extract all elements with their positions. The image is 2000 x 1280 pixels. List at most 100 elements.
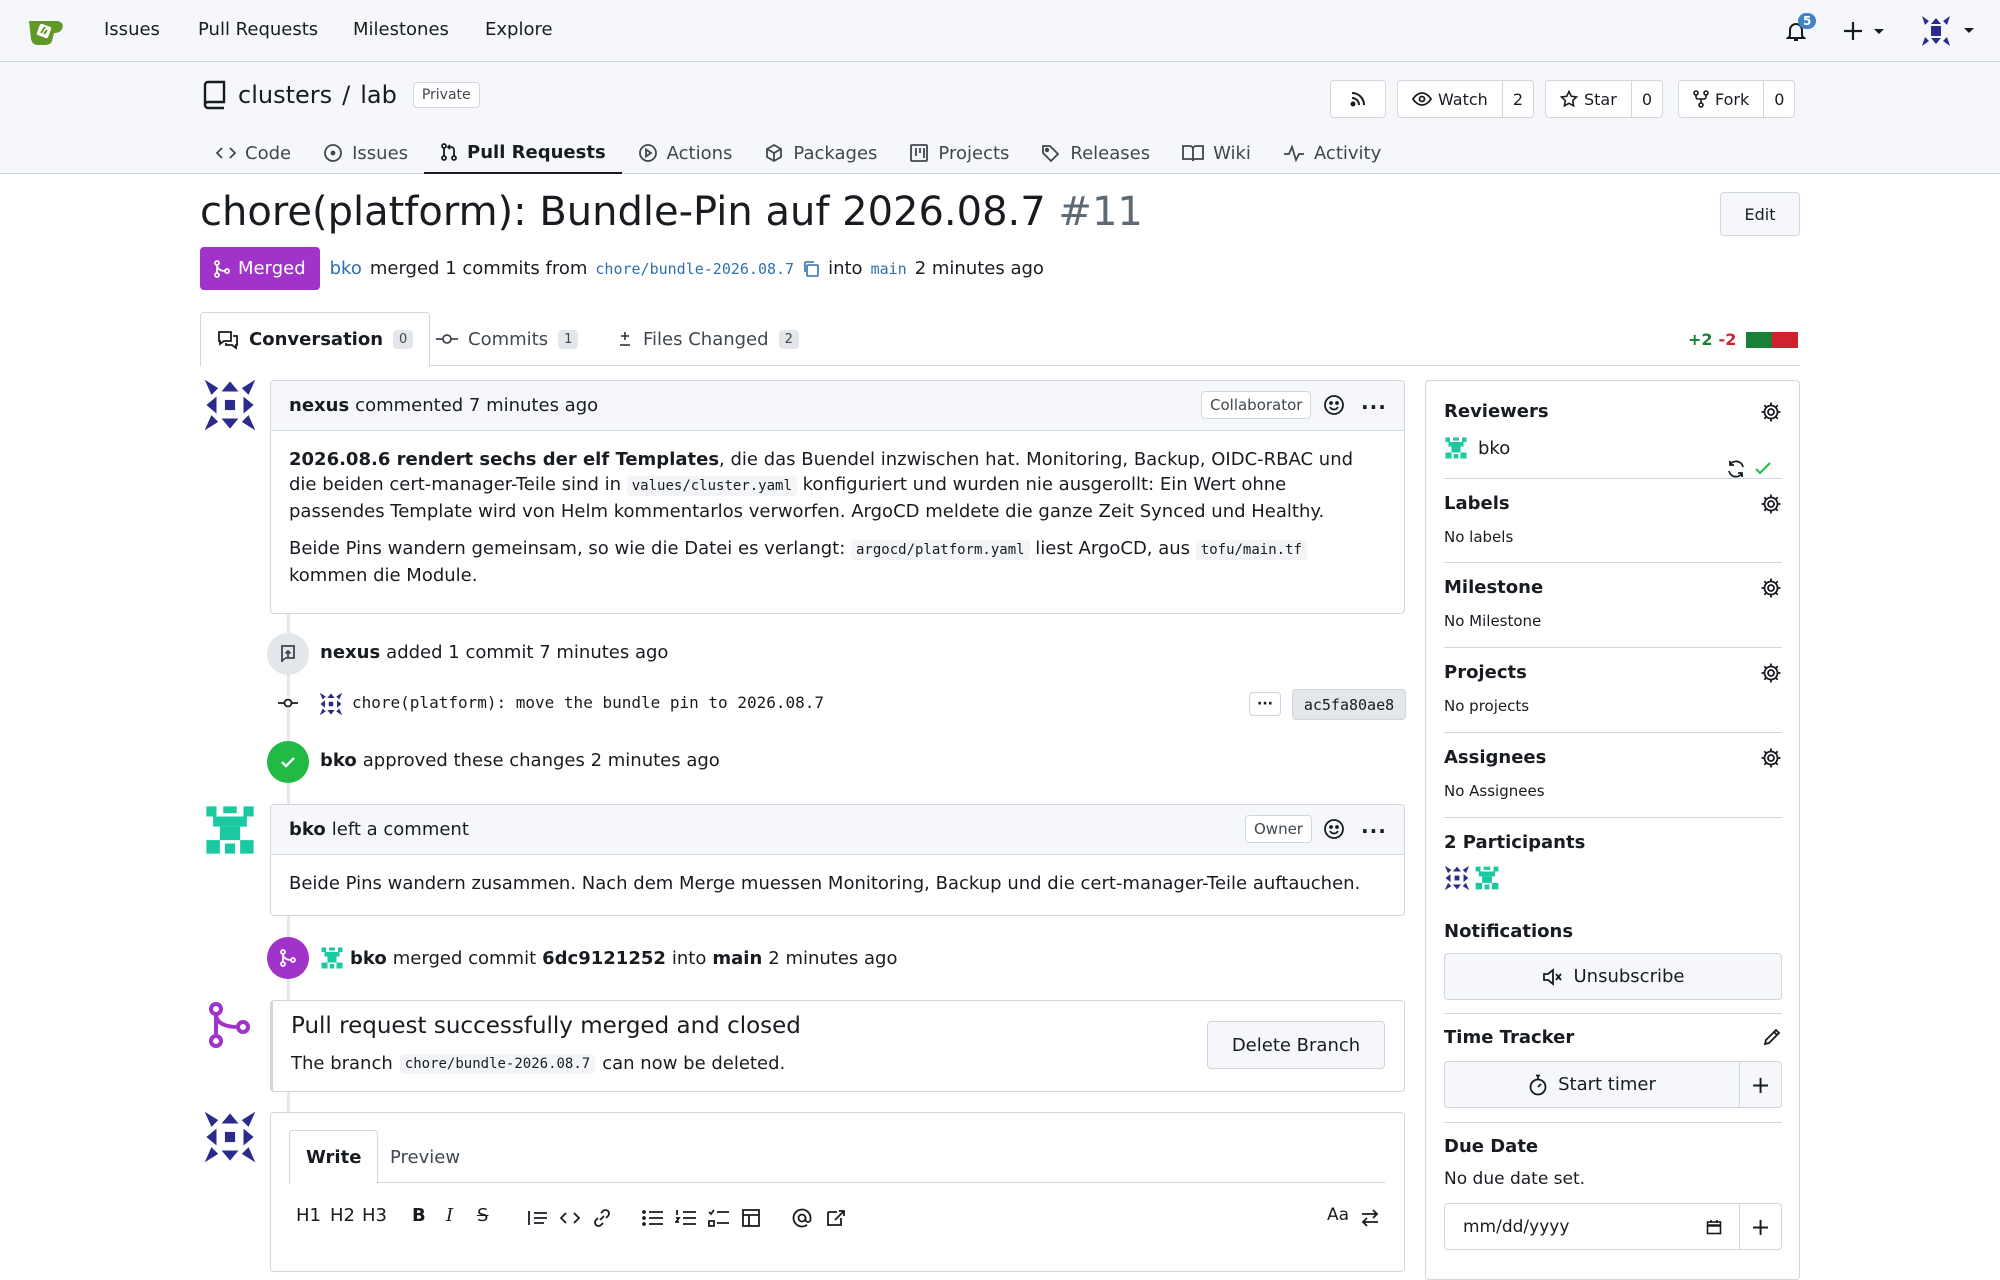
merged-text: merged 1 commits from	[369, 258, 588, 279]
mention-icon[interactable]	[792, 1208, 812, 1228]
projects-gear-icon[interactable]	[1760, 662, 1782, 684]
comment-meta: commented 7 minutes ago	[355, 395, 599, 416]
reviewer-avatar[interactable]	[1444, 436, 1468, 460]
user-avatar-menu[interactable]	[1920, 14, 1978, 48]
bko-avatar[interactable]	[203, 803, 257, 857]
star-count[interactable]: 0	[1630, 81, 1662, 117]
comment-author[interactable]: nexus	[289, 395, 349, 416]
re-request-review-icon[interactable]	[1726, 459, 1746, 479]
watch-count[interactable]: 2	[1501, 81, 1533, 117]
commit-expand-button[interactable]: ···	[1249, 692, 1281, 716]
participant-bko-avatar[interactable]	[1474, 865, 1500, 891]
tab-files-changed[interactable]: Files Changed 2	[601, 312, 815, 366]
commit-message-link[interactable]: chore(platform): move the bundle pin to …	[352, 693, 824, 712]
edit-pencil-icon[interactable]	[1762, 1027, 1782, 1047]
assignees-gear-icon[interactable]	[1760, 747, 1782, 769]
quote-icon[interactable]	[527, 1209, 549, 1227]
tab-code[interactable]: Code	[200, 132, 307, 174]
heading-2-button[interactable]: H2	[330, 1205, 355, 1226]
tab-commits[interactable]: Commits 1	[420, 312, 594, 366]
task-list-icon[interactable]	[708, 1209, 730, 1227]
tab-pull-requests[interactable]: Pull Requests	[424, 132, 622, 174]
bullet-list-icon[interactable]	[642, 1209, 664, 1227]
fork-count[interactable]: 0	[1763, 81, 1794, 117]
labels-gear-icon[interactable]	[1760, 493, 1782, 515]
comment-more-icon[interactable]: ···	[1361, 819, 1387, 843]
fork-button[interactable]: Fork	[1679, 81, 1763, 117]
create-new-plus-icon[interactable]	[1842, 20, 1886, 42]
event-author[interactable]: bko	[320, 750, 357, 771]
event-author[interactable]: nexus	[320, 642, 380, 663]
reviewers-gear-icon[interactable]	[1760, 401, 1782, 423]
watch-button[interactable]: Watch	[1398, 81, 1502, 117]
conversation-count: 0	[393, 330, 414, 349]
repo-name-link[interactable]: lab	[360, 81, 397, 109]
tab-projects[interactable]: Projects	[893, 132, 1025, 174]
nexus-avatar[interactable]	[203, 378, 257, 432]
tab-activity[interactable]: Activity	[1267, 132, 1397, 174]
nav-issues[interactable]: Issues	[104, 19, 160, 40]
tab-issues[interactable]: Issues	[307, 132, 424, 174]
base-branch-name[interactable]: main	[712, 948, 762, 969]
tab-conversation[interactable]: Conversation 0	[200, 312, 431, 367]
add-due-date-button[interactable]: +	[1739, 1203, 1782, 1250]
due-date-input[interactable]: mm/dd/yyyy	[1444, 1203, 1741, 1250]
base-branch-link[interactable]: main	[871, 260, 907, 278]
tab-packages[interactable]: Packages	[748, 132, 893, 174]
bold-icon[interactable]: B	[412, 1205, 426, 1226]
tab-wiki[interactable]: Wiki	[1166, 132, 1267, 174]
calendar-icon[interactable]	[1706, 1219, 1722, 1235]
comment-text: Beide Pins wandern gemeinsam, so wie die…	[289, 538, 851, 559]
switch-editor-icon[interactable]	[1360, 1209, 1380, 1227]
tab-releases-label: Releases	[1070, 142, 1151, 164]
nav-explore[interactable]: Explore	[485, 19, 553, 40]
star-button[interactable]: Star	[1546, 81, 1631, 117]
reviewer-name[interactable]: bko	[1478, 438, 1510, 459]
merge-commit-link[interactable]: 6dc9121252	[542, 948, 666, 969]
bko-small-avatar[interactable]	[320, 946, 344, 970]
add-time-button[interactable]: +	[1739, 1061, 1782, 1108]
pull-request-icon	[440, 142, 458, 162]
participant-nexus-avatar[interactable]	[1444, 865, 1470, 891]
tab-preview[interactable]: Preview	[374, 1130, 476, 1184]
edit-title-button[interactable]: Edit	[1720, 192, 1800, 236]
reaction-smiley-icon[interactable]	[1323, 818, 1345, 840]
monospace-toggle-icon[interactable]: Aa	[1327, 1205, 1349, 1225]
table-icon[interactable]	[741, 1208, 761, 1228]
commit-sha-button[interactable]: ac5fa80ae8	[1292, 689, 1406, 720]
strikethrough-icon[interactable]: S	[477, 1205, 488, 1226]
tag-icon	[1041, 143, 1061, 163]
rss-icon	[1349, 90, 1367, 108]
italic-icon[interactable]: I	[446, 1205, 453, 1226]
comment-author[interactable]: bko	[289, 819, 326, 840]
start-timer-button[interactable]: Start timer	[1444, 1061, 1740, 1108]
tab-releases[interactable]: Releases	[1025, 132, 1166, 174]
rss-button[interactable]	[1330, 80, 1386, 118]
cross-reference-icon[interactable]	[825, 1208, 847, 1228]
delete-branch-button[interactable]: Delete Branch	[1207, 1021, 1385, 1069]
milestone-gear-icon[interactable]	[1760, 577, 1782, 599]
labels-title: Labels	[1444, 493, 1510, 514]
gitea-logo-icon[interactable]	[26, 13, 66, 49]
nav-milestones[interactable]: Milestones	[353, 19, 449, 40]
comment-more-icon[interactable]: ···	[1361, 395, 1387, 419]
reaction-smiley-icon[interactable]	[1323, 394, 1345, 416]
copy-icon[interactable]	[802, 260, 820, 278]
nav-pull-requests[interactable]: Pull Requests	[198, 19, 318, 40]
commit-author-avatar[interactable]	[319, 692, 343, 716]
unsubscribe-button[interactable]: Unsubscribe	[1444, 953, 1782, 1000]
pr-author-link[interactable]: bko	[330, 258, 362, 279]
tab-write[interactable]: Write	[289, 1130, 379, 1184]
repo-owner-link[interactable]: clusters	[238, 81, 332, 109]
participants-section: 2 Participants	[1444, 832, 1782, 891]
heading-1-button[interactable]: H1	[296, 1205, 321, 1226]
repo-title: clusters / lab Private	[200, 80, 480, 110]
link-icon[interactable]	[592, 1208, 612, 1228]
head-branch-link[interactable]: chore/bundle-2026.08.7	[595, 260, 794, 278]
tab-actions[interactable]: Actions	[622, 132, 749, 174]
issue-icon	[323, 143, 343, 163]
heading-3-button[interactable]: H3	[362, 1205, 387, 1226]
code-icon-toolbar[interactable]	[560, 1210, 580, 1226]
numbered-list-icon[interactable]	[675, 1209, 697, 1227]
event-author[interactable]: bko	[350, 948, 387, 969]
